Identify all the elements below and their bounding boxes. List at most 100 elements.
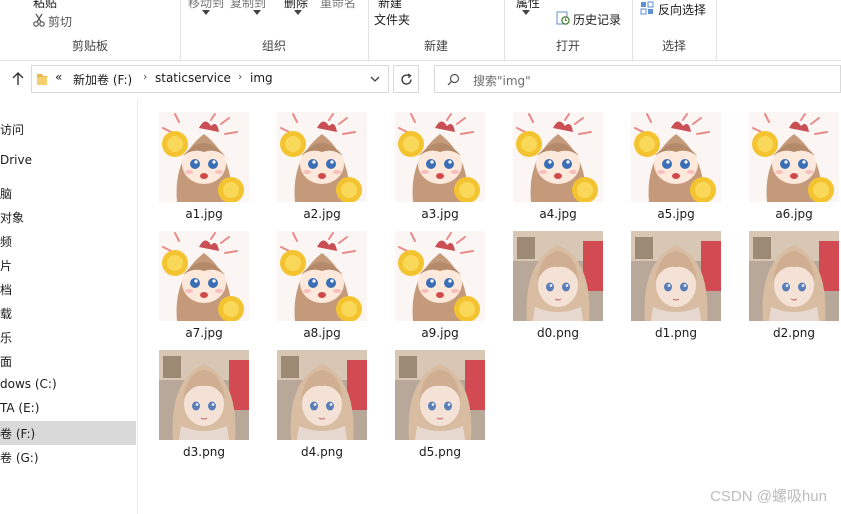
cut-button[interactable]: 剪切 [48,13,72,30]
sidebar-item-label: 频 [0,235,13,249]
address-overflow[interactable]: « [55,70,62,84]
file-item[interactable]: a4.jpg [508,112,608,224]
invert-selection-button[interactable]: 反向选择 [658,1,706,18]
file-name[interactable]: d0.png [508,326,608,340]
sidebar-item-label: 载 [0,307,13,321]
file-thumbnail[interactable] [277,350,367,440]
sidebar-item[interactable]: Drive [0,149,136,173]
chevron-right-icon[interactable]: › [143,70,147,83]
file-item[interactable]: a2.jpg [272,112,372,224]
sidebar-item[interactable]: dows (C:) [0,373,136,397]
file-name[interactable]: a1.jpg [154,207,254,221]
search-input[interactable]: 搜索"img" [473,72,531,89]
pane-divider[interactable] [137,100,138,514]
file-item[interactable]: a6.jpg [744,112,841,224]
new-folder-label: 文件夹 [374,13,411,27]
file-item[interactable]: d2.png [744,231,841,343]
sidebar-item[interactable]: 脑 [0,181,136,205]
up-arrow-button[interactable] [7,68,29,90]
refresh-icon [400,73,412,85]
sidebar-item[interactable]: 档 [0,277,136,301]
file-thumbnail[interactable] [513,112,603,202]
file-thumbnail[interactable] [631,231,721,321]
file-thumbnail[interactable] [395,112,485,202]
ribbon-group-label: 组织 [261,39,286,53]
file-name[interactable]: a7.jpg [154,326,254,340]
file-name[interactable]: d1.png [626,326,726,340]
invert-selection-icon [640,1,654,15]
breadcrumb-drive[interactable]: 新加卷 (F:) [73,71,132,88]
file-item[interactable]: a8.jpg [272,231,372,343]
file-item[interactable]: d0.png [508,231,608,343]
file-name[interactable]: d4.png [272,445,372,459]
file-item[interactable]: a1.jpg [154,112,254,224]
file-name[interactable]: a3.jpg [390,207,490,221]
file-thumbnail[interactable] [277,112,367,202]
file-item[interactable]: d5.png [390,350,490,462]
sidebar-item-label: 访问 [0,123,25,137]
file-item[interactable]: d3.png [154,350,254,462]
sidebar-item[interactable]: 频 [0,229,136,253]
file-item[interactable]: d1.png [626,231,726,343]
file-thumbnail[interactable] [749,112,839,202]
chevron-down-icon [253,10,261,15]
sidebar-item-label: dows (C:) [0,377,57,391]
file-item[interactable]: d4.png [272,350,372,462]
sidebar-item[interactable]: 卷 (F:) [0,421,136,445]
file-name[interactable]: d3.png [154,445,254,459]
file-item[interactable]: a7.jpg [154,231,254,343]
file-thumbnail[interactable] [159,350,249,440]
file-thumbnail[interactable] [513,231,603,321]
file-thumbnail[interactable] [159,112,249,202]
refresh-button[interactable] [393,65,419,93]
chevron-down-icon[interactable] [370,76,380,83]
ribbon-group-label: 剪贴板 [71,39,108,53]
ribbon-group-clipboard: 粘贴 剪切 剪贴板 [0,0,181,60]
sidebar-item[interactable]: TA (E:) [0,397,136,421]
ribbon: 粘贴 剪切 剪贴板 移动到 复制到 删除 重命名 组织 新建 文件夹 新建 属性 [0,0,841,61]
sidebar-item[interactable]: 乐 [0,325,136,349]
sidebar-item-label: 乐 [0,331,13,345]
sidebar-item[interactable]: 片 [0,253,136,277]
new-folder-button[interactable]: 新建 [378,0,402,11]
file-thumbnail[interactable] [631,112,721,202]
file-name[interactable]: d5.png [390,445,490,459]
rename-button[interactable]: 重命名 [320,0,356,11]
file-thumbnail[interactable] [749,231,839,321]
sidebar-item[interactable]: 卷 (G:) [0,445,136,469]
breadcrumb-img[interactable]: img [250,71,273,85]
file-name[interactable]: a5.jpg [626,207,726,221]
file-thumbnail[interactable] [159,231,249,321]
sidebar-item[interactable]: 载 [0,301,136,325]
file-name[interactable]: a6.jpg [744,207,841,221]
chevron-right-icon[interactable]: › [238,70,242,83]
file-thumbnail[interactable] [277,231,367,321]
thumbnail-art [277,350,367,440]
file-name[interactable]: a2.jpg [272,207,372,221]
file-item[interactable]: a5.jpg [626,112,726,224]
sidebar-item-label: 面 [0,355,13,369]
search-box[interactable]: 搜索"img" [434,65,841,93]
file-name[interactable]: d2.png [744,326,841,340]
history-button[interactable]: 历史记录 [573,11,621,28]
file-name[interactable]: a8.jpg [272,326,372,340]
breadcrumb-staticservice[interactable]: staticservice [155,71,231,85]
file-name[interactable]: a9.jpg [390,326,490,340]
file-item[interactable]: a9.jpg [390,231,490,343]
ribbon-group-organize: 移动到 复制到 删除 重命名 组织 [180,0,369,60]
sidebar-item[interactable]: 对象 [0,205,136,229]
ribbon-group-label: 打开 [555,39,580,53]
sidebar-item-label: Drive [0,153,32,167]
file-thumbnail[interactable] [395,231,485,321]
sidebar-item-label: 卷 (G:) [0,451,39,465]
file-thumbnail[interactable] [395,350,485,440]
history-icon [556,11,570,25]
address-bar[interactable]: « 新加卷 (F:) › staticservice › img [31,65,389,93]
thumbnail-art [159,231,249,321]
thumbnail-art [277,231,367,321]
sidebar-item[interactable]: 访问 [0,117,136,141]
file-item[interactable]: a3.jpg [390,112,490,224]
sidebar-item[interactable]: 面 [0,349,136,373]
file-name[interactable]: a4.jpg [508,207,608,221]
paste-button[interactable]: 粘贴 [33,0,57,11]
